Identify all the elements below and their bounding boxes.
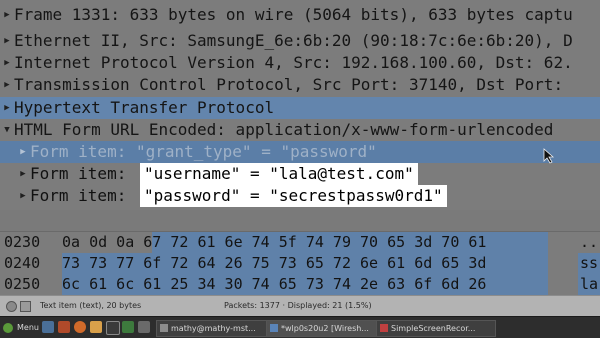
wireshark-icon <box>270 324 278 332</box>
expand-arrow-icon[interactable]: ▶ <box>0 4 14 26</box>
field-info-text: Text item (text), 20 bytes <box>40 301 142 310</box>
highlighted-password-value: "password" = "secrestpassw0rd1" <box>140 185 447 207</box>
status-bar: Text item (text), 20 bytes Packets: 1377… <box>0 295 600 316</box>
terminal-icon[interactable] <box>106 321 120 335</box>
packets-info-text: Packets: 1377 · Displayed: 21 (1.5%) <box>224 301 372 310</box>
start-menu-button[interactable]: Menu <box>3 320 39 335</box>
mint-logo-icon <box>3 323 13 333</box>
terminal-icon <box>160 324 168 332</box>
highlighted-username-value: "username" = "lala@test.com" <box>140 163 418 185</box>
mouse-cursor-icon <box>543 148 555 164</box>
tree-row-tcp[interactable]: ▶ Transmission Control Protocol, Src Port… <box>0 74 600 96</box>
tree-row-http[interactable]: ▶ Hypertext Transfer Protocol <box>0 97 600 119</box>
firefox-icon[interactable] <box>74 321 86 333</box>
tree-row-frame[interactable]: ▶ Frame 1331: 633 bytes on wire (5064 bit… <box>0 4 600 26</box>
packet-bytes-pane: 0230 0a 0d 0a 67 72 61 6e 74 5f 74 79 70… <box>0 231 600 296</box>
expand-arrow-icon[interactable]: ▶ <box>16 163 30 185</box>
hex-row[interactable]: 0230 0a 0d 0a 67 72 61 6e 74 5f 74 79 70… <box>0 232 600 253</box>
expert-info-icon[interactable] <box>6 301 17 312</box>
expand-arrow-icon[interactable]: ▶ <box>0 52 14 74</box>
app-launcher-icon[interactable] <box>122 321 134 333</box>
files-icon[interactable] <box>90 321 102 333</box>
tree-row-ipv4[interactable]: ▶ Internet Protocol Version 4, Src: 192.1… <box>0 52 600 74</box>
expand-arrow-icon[interactable]: ▶ <box>16 185 30 207</box>
tree-row-ethernet[interactable]: ▶ Ethernet II, Src: SamsungE_6e:6b:20 (90… <box>0 30 600 52</box>
taskbar-item-screen-recorder[interactable]: SimpleScreenRecor... <box>376 320 496 337</box>
app-launcher-icon[interactable] <box>138 321 150 333</box>
capture-comment-icon[interactable] <box>20 301 31 312</box>
packet-details-pane: ▶ Frame 1331: 633 bytes on wire (5064 bit… <box>0 0 600 210</box>
expand-arrow-icon[interactable]: ▶ <box>0 30 14 52</box>
tree-row-html-form[interactable]: ▼ HTML Form URL Encoded: application/x-ww… <box>0 119 600 141</box>
taskbar-item-wireshark[interactable]: *wlp0s20u2 [Wiresh... <box>266 320 386 337</box>
expand-arrow-icon[interactable]: ▶ <box>0 74 14 96</box>
tree-row-form-item-grant-type[interactable]: ▶ Form item: "grant_type" = "password" <box>0 141 600 163</box>
hex-row[interactable]: 0250 6c 61 6c 61 25 34 30 74 65 73 74 2e… <box>0 274 600 295</box>
collapse-arrow-icon[interactable]: ▼ <box>0 119 14 141</box>
show-desktop-icon[interactable] <box>42 321 54 333</box>
recorder-icon <box>380 324 388 332</box>
expand-arrow-icon[interactable]: ▶ <box>0 97 14 119</box>
taskbar-item-terminal[interactable]: mathy@mathy-mst... <box>156 320 276 337</box>
wireshark-window: ▶ Frame 1331: 633 bytes on wire (5064 bit… <box>0 0 600 338</box>
expand-arrow-icon[interactable]: ▶ <box>16 141 30 163</box>
hex-row[interactable]: 0240 73 73 77 6f 72 64 26 75 73 65 72 6e… <box>0 253 600 274</box>
taskbar: Menu mathy@mathy-mst... *wlp0s20u2 [Wire… <box>0 316 600 338</box>
browser-launcher-icon[interactable] <box>58 321 70 333</box>
